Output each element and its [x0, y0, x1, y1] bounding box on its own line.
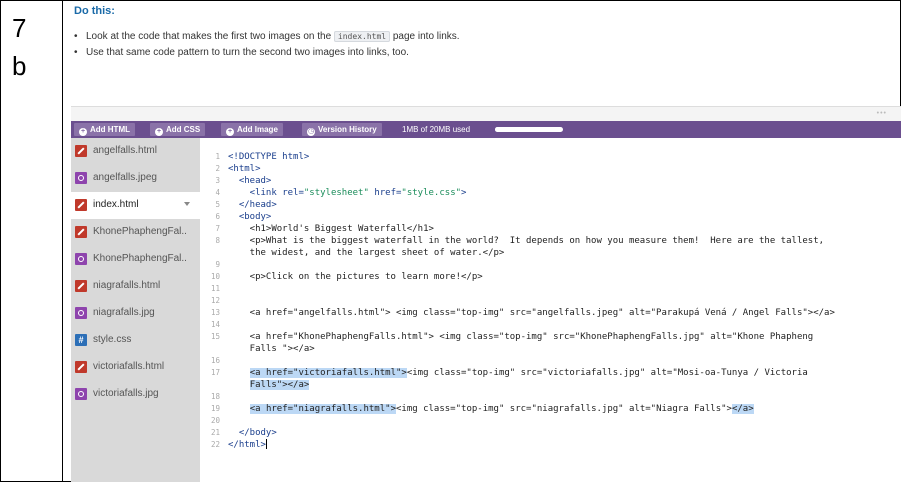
file-item-niagrafalls-html[interactable]: niagrafalls.html: [71, 273, 200, 300]
file-list: angelfalls.html angelfalls.jpeg index.ht…: [71, 138, 200, 482]
code-line: 22 </html>: [210, 439, 267, 450]
step-cell: 7 b: [1, 1, 63, 482]
plus-icon: +: [155, 128, 163, 136]
add-html-button[interactable]: + Add HTML: [74, 123, 135, 136]
code-line: 9: [215, 260, 220, 269]
text-cursor: [265, 439, 267, 449]
highlighted-code: <a href="victoriafalls.html">: [249, 368, 407, 378]
code-line: 21 </body>: [210, 428, 277, 438]
version-history-button[interactable]: ◷ Version History: [302, 123, 382, 136]
file-item-angelfalls-html[interactable]: angelfalls.html: [71, 138, 200, 165]
code-line: 19 <a href="niagrafalls.html"><img class…: [210, 404, 754, 414]
code-line: 20: [210, 416, 220, 425]
code-line: 4 <link rel="stylesheet" href="style.css…: [215, 188, 467, 198]
highlighted-code: </a>: [731, 404, 754, 414]
file-item-khonephapheng-html[interactable]: KhonePhaphengFal..: [71, 219, 200, 246]
image-file-icon: [75, 253, 87, 265]
image-file-icon: [75, 388, 87, 400]
file-item-index-html[interactable]: index.html: [71, 192, 200, 219]
code-line: 13 <a href="angelfalls.html"> <img class…: [210, 308, 835, 318]
file-item-victoriafalls-html[interactable]: victoriafalls.html: [71, 354, 200, 381]
code-line: 11: [210, 284, 220, 293]
editor-toolbar: + Add HTML + Add CSS + Add Image ◷ Version H…: [71, 121, 901, 138]
html-file-icon: [75, 226, 87, 238]
resize-handle-icon[interactable]: •••: [877, 110, 887, 117]
code-line: 6 <body>: [215, 212, 272, 222]
code-line: 10 <p>Click on the pictures to learn mor…: [210, 272, 483, 282]
code-line: 2 <html>: [215, 164, 261, 174]
highlighted-code: <a href="niagrafalls.html">: [249, 404, 396, 414]
file-item-khonephapheng-jpg[interactable]: KhonePhaphengFal..: [71, 246, 200, 273]
image-file-icon: [75, 172, 87, 184]
step-letter: b: [12, 51, 27, 81]
code-line: 7 <h1>World's Biggest Waterfall</h1>: [215, 224, 434, 234]
html-file-icon: [75, 199, 87, 211]
html-file-icon: [75, 145, 87, 157]
code-line-wrapped: Falls "></a>: [228, 344, 315, 354]
add-image-button[interactable]: + Add Image: [221, 123, 283, 136]
clock-icon: ◷: [307, 128, 315, 136]
code-line: 16: [210, 356, 220, 365]
highlighted-code: Falls">: [249, 380, 288, 390]
code-line: 18: [210, 392, 220, 401]
instruction-bullet-1: • Look at the code that makes the first t…: [74, 31, 460, 42]
code-line: 15 <a href="KhonePhaphengFalls.html"> <i…: [210, 332, 814, 342]
code-line-wrapped: Falls"></a>: [200, 379, 901, 391]
css-file-icon: #: [75, 334, 87, 346]
storage-usage-label: 1MB of 20MB used: [402, 125, 471, 134]
code-line: 8 <p>What is the biggest waterfall in th…: [215, 236, 825, 246]
step-number: 7: [12, 13, 27, 43]
code-line-wrapped: the widest, and the largest sheet of wat…: [228, 248, 505, 258]
image-file-icon: [75, 307, 87, 319]
instruction-bullet-2: • Use that same code pattern to turn the …: [74, 47, 409, 58]
chevron-down-icon[interactable]: [184, 202, 190, 206]
do-this-heading: Do this:: [74, 5, 115, 17]
code-line: 14: [210, 320, 220, 329]
code-line: 3 <head>: [215, 176, 272, 186]
storage-usage-bar: [495, 127, 563, 132]
code-line: 12: [210, 296, 220, 305]
highlighted-code: </a>: [287, 380, 310, 390]
inline-code-index-html: index.html: [333, 31, 391, 42]
file-item-niagrafalls-jpg[interactable]: niagrafalls.jpg: [71, 300, 200, 327]
plus-icon: +: [226, 128, 234, 136]
plus-icon: +: [79, 128, 87, 136]
code-line: 17 <a href="victoriafalls.html"><img cla…: [210, 368, 808, 378]
add-css-button[interactable]: + Add CSS: [150, 123, 206, 136]
code-line: 1 <!DOCTYPE html>: [215, 152, 310, 162]
html-file-icon: [75, 361, 87, 373]
html-file-icon: [75, 280, 87, 292]
file-item-angelfalls-jpeg[interactable]: angelfalls.jpeg: [71, 165, 200, 192]
file-item-victoriafalls-jpg[interactable]: victoriafalls.jpg: [71, 381, 200, 408]
code-line: 5 </head>: [215, 200, 277, 210]
code-editor: ••• + Add HTML + Add CSS + Add Image ◷ Versi…: [71, 106, 901, 482]
storage-usage-fill: [495, 127, 499, 132]
code-text-area[interactable]: 1 <!DOCTYPE html> 2 <html> 3 <head> 4 <lin…: [200, 138, 901, 482]
file-item-style-css[interactable]: # style.css: [71, 327, 200, 354]
